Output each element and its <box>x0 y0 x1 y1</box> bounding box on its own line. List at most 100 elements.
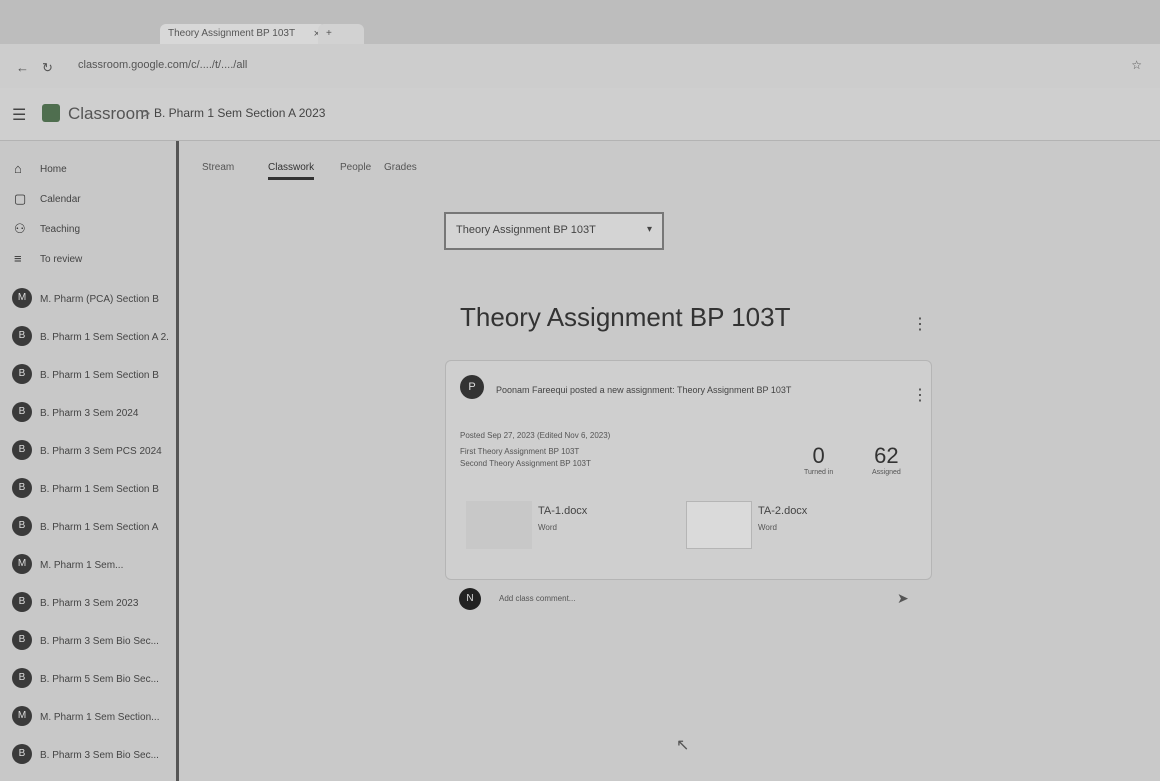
post-text: Poonam Fareequi posted a new assignment:… <box>496 385 792 395</box>
topic-select[interactable]: Theory Assignment BP 103T ▾ <box>444 212 664 250</box>
class-avatar: B <box>12 440 32 460</box>
attachment-2[interactable]: TA-2.docx Word <box>686 501 896 551</box>
sidebar-item-calendar[interactable]: ▢ Calendar <box>10 185 170 213</box>
avatar: N <box>459 588 481 610</box>
star-icon[interactable]: ☆ <box>1131 58 1142 72</box>
turned-in-count: 0 <box>812 443 825 468</box>
sidebar-class-label: B. Pharm 5 Sem Bio Sec... <box>40 674 159 685</box>
attachment-thumbnail <box>686 501 752 549</box>
topic-select-value: Theory Assignment BP 103T <box>456 224 596 236</box>
assigned-label: Assigned <box>872 469 901 476</box>
class-avatar: B <box>12 478 32 498</box>
mouse-cursor-icon: ↖ <box>676 737 690 754</box>
class-avatar: B <box>12 516 32 536</box>
class-comment-row: N Add class comment... ➤ <box>445 580 930 620</box>
sidebar-class-item[interactable]: B B. Pharm 3 Sem Bio Sec... <box>10 741 170 769</box>
tab-grades[interactable]: Grades <box>384 162 417 173</box>
home-icon: ⌂ <box>14 161 22 176</box>
address-bar[interactable]: classroom.google.com/c/..../t/..../all <box>78 59 247 71</box>
sidebar-class-item[interactable]: B B. Pharm 5 Sem Bio Sec... <box>10 665 170 693</box>
sidebar-class-item[interactable]: B B. Pharm 1 Sem Section B <box>10 475 170 503</box>
assignment-card: P Poonam Fareequi posted a new assignmen… <box>445 360 932 580</box>
tab-classwork[interactable]: Classwork <box>268 162 315 180</box>
sidebar-class-item[interactable]: B B. Pharm 1 Sem Section A 2... <box>10 323 170 351</box>
sidebar-class-label: B. Pharm 3 Sem Bio Sec... <box>40 636 159 647</box>
comment-input[interactable]: Add class comment... <box>499 594 575 603</box>
sidebar-class-item[interactable]: B B. Pharm 3 Sem PCS 2024 <box>10 437 170 465</box>
sidebar: ⌂ Home ▢ Calendar ⚇ Teaching ≡ To review M M… <box>0 141 179 781</box>
attachment-name: TA-2.docx <box>758 505 808 517</box>
sidebar-item-home[interactable]: ⌂ Home <box>10 155 170 183</box>
sidebar-class-label: B. Pharm 3 Sem 2024 <box>40 408 139 419</box>
tab-title: Theory Assignment BP 103T <box>168 28 296 39</box>
sidebar-item-label: Teaching <box>40 224 81 235</box>
posted-date: Posted Sep 27, 2023 (Edited Nov 6, 2023) <box>460 431 611 440</box>
class-avatar: M <box>12 554 32 574</box>
more-options-icon[interactable]: ⋮ <box>912 314 928 334</box>
tab-people[interactable]: People <box>340 162 371 173</box>
sidebar-class-label: B. Pharm 1 Sem Section B <box>40 484 159 495</box>
class-avatar: B <box>12 630 32 650</box>
attachment-name: TA-1.docx <box>538 505 588 517</box>
sidebar-class-label: B. Pharm 3 Sem PCS 2024 <box>40 446 162 457</box>
new-tab-button[interactable]: + <box>318 24 364 44</box>
menu-icon[interactable]: ☰ <box>12 105 26 125</box>
sidebar-class-label: B. Pharm 1 Sem Section B <box>40 370 159 381</box>
chevron-down-icon: ▾ <box>646 224 652 235</box>
card-more-options-icon[interactable]: ⋮ <box>912 385 928 405</box>
classroom-header: ☰ Classroom > B. Pharm 1 Sem Section A 2… <box>0 88 1160 141</box>
sidebar-class-item[interactable]: B B. Pharm 3 Sem 2023 <box>10 589 170 617</box>
sidebar-class-label: B. Pharm 1 Sem Section A <box>40 522 159 533</box>
app-name[interactable]: Classroom <box>68 104 149 124</box>
attachment-type: Word <box>538 523 557 532</box>
sidebar-item-to-review[interactable]: ≡ To review <box>10 245 170 273</box>
class-avatar: B <box>12 402 32 422</box>
breadcrumb-class-name[interactable]: B. Pharm 1 Sem Section A 2023 <box>154 106 325 120</box>
sidebar-class-label: M. Pharm 1 Sem... <box>40 560 124 571</box>
sidebar-class-item[interactable]: B B. Pharm 3 Sem Bio Sec... <box>10 627 170 655</box>
sidebar-class-item[interactable]: B B. Pharm 1 Sem Section A <box>10 513 170 541</box>
sidebar-class-item[interactable]: B B. Pharm 1 Sem Section B <box>10 361 170 389</box>
class-avatar: B <box>12 744 32 764</box>
assignment-line-1: First Theory Assignment BP 103T <box>460 447 580 456</box>
sidebar-item-label: Calendar <box>40 194 81 205</box>
sidebar-class-label: B. Pharm 3 Sem Bio Sec... <box>40 750 159 761</box>
browser-tab-bar: Theory Assignment BP 103T × + <box>0 0 1160 44</box>
send-icon[interactable]: ➤ <box>897 590 909 607</box>
class-avatar: M <box>12 288 32 308</box>
todo-icon: ≡ <box>14 251 22 266</box>
sidebar-item-label: Home <box>40 164 67 175</box>
sidebar-item-label: To review <box>40 254 83 265</box>
class-avatar: B <box>12 668 32 688</box>
class-avatar: B <box>12 364 32 384</box>
calendar-icon: ▢ <box>14 191 27 206</box>
sidebar-class-label: M. Pharm 1 Sem Section... <box>40 712 160 723</box>
attachment-type: Word <box>758 523 777 532</box>
attachment-1[interactable]: TA-1.docx Word <box>466 501 676 551</box>
turned-in-stat[interactable]: 0 Turned in <box>804 443 833 476</box>
sidebar-class-item[interactable]: M M. Pharm (PCA) Section B <box>10 285 170 313</box>
assignment-title: Theory Assignment BP 103T <box>460 302 791 332</box>
sidebar-class-item[interactable]: M M. Pharm 1 Sem... <box>10 551 170 579</box>
sidebar-class-label: B. Pharm 3 Sem 2023 <box>40 598 139 609</box>
sidebar-class-label: M. Pharm (PCA) Section B <box>40 294 159 305</box>
sidebar-class-item[interactable]: B B. Pharm 3 Sem 2024 <box>10 399 170 427</box>
turned-in-label: Turned in <box>804 469 834 476</box>
browser-address-row: ← ↻ classroom.google.com/c/..../t/..../a… <box>0 44 1160 88</box>
class-avatar: M <box>12 706 32 726</box>
sidebar-class-item[interactable]: M M. Pharm 1 Sem Section... <box>10 703 170 731</box>
people-icon: ⚇ <box>14 221 26 236</box>
assigned-stat[interactable]: 62 Assigned <box>872 443 901 476</box>
tab-stream[interactable]: Stream <box>202 162 234 173</box>
reload-icon[interactable]: ↻ <box>42 60 53 76</box>
attachment-thumbnail <box>466 501 532 549</box>
classroom-logo-icon <box>42 104 60 122</box>
arrow-left-icon[interactable]: ← <box>16 60 29 75</box>
browser-tab-active[interactable]: Theory Assignment BP 103T × <box>160 24 326 44</box>
class-avatar: B <box>12 592 32 612</box>
sidebar-item-teaching[interactable]: ⚇ Teaching <box>10 215 170 243</box>
class-avatar: B <box>12 326 32 346</box>
sidebar-class-label: B. Pharm 1 Sem Section A 2... <box>40 332 168 343</box>
class-tabs: Stream Classwork People Grades <box>190 150 1150 180</box>
breadcrumb-separator: > <box>142 105 151 121</box>
